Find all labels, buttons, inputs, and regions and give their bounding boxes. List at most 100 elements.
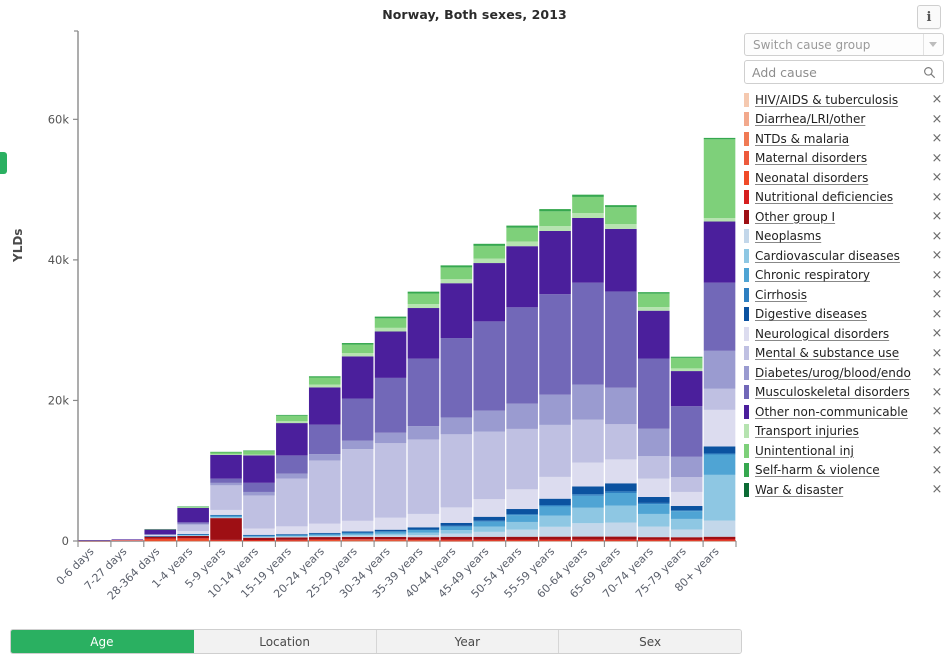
- bar-segment[interactable]: [308, 539, 341, 541]
- bar-segment[interactable]: [374, 536, 407, 540]
- bar-segment[interactable]: [407, 304, 440, 309]
- bar-segment[interactable]: [407, 439, 440, 514]
- bar-segment[interactable]: [703, 454, 736, 475]
- legend-item-label[interactable]: Neurological disorders: [755, 327, 930, 341]
- bar-segment[interactable]: [506, 403, 538, 429]
- bar-segment[interactable]: [111, 539, 144, 540]
- bar-segment[interactable]: [308, 376, 341, 378]
- remove-cause-icon[interactable]: ×: [930, 113, 944, 126]
- bar-segment[interactable]: [407, 513, 440, 528]
- bar-segment[interactable]: [144, 535, 177, 537]
- bar-segment[interactable]: [276, 526, 308, 535]
- bar-segment[interactable]: [703, 350, 736, 389]
- bar-segment[interactable]: [605, 522, 637, 537]
- bar-segment[interactable]: [341, 535, 374, 537]
- bar-segment[interactable]: [473, 539, 506, 541]
- bar-segment[interactable]: [177, 538, 209, 539]
- legend-item-label[interactable]: Other group I: [755, 210, 930, 224]
- bar-segment[interactable]: [276, 421, 308, 424]
- bar-segment[interactable]: [539, 226, 571, 231]
- bar-segment[interactable]: [605, 459, 637, 484]
- bar-segment[interactable]: [144, 528, 177, 530]
- legend-item-label[interactable]: Neonatal disorders: [755, 171, 930, 185]
- bar-segment[interactable]: [703, 446, 736, 454]
- bar-segment[interactable]: [407, 291, 440, 294]
- bar-segment[interactable]: [605, 424, 637, 460]
- bar-segment[interactable]: [407, 529, 440, 531]
- bar-segment[interactable]: [407, 540, 440, 541]
- bar-segment[interactable]: [210, 485, 242, 510]
- bar-segment[interactable]: [276, 537, 308, 540]
- bar-segment[interactable]: [703, 409, 736, 447]
- remove-cause-icon[interactable]: ×: [930, 425, 944, 438]
- bar-segment[interactable]: [308, 536, 341, 538]
- bar-segment[interactable]: [308, 384, 341, 388]
- bar-segment[interactable]: [637, 513, 670, 527]
- bar-segment[interactable]: [243, 450, 275, 452]
- legend-item-label[interactable]: Self-harm & violence: [755, 463, 930, 477]
- legend-item[interactable]: Transport injuries ×: [744, 422, 944, 442]
- bar-segment[interactable]: [341, 344, 374, 353]
- bar-segment[interactable]: [341, 353, 374, 357]
- bar-segment[interactable]: [308, 387, 341, 425]
- bar-segment[interactable]: [276, 478, 308, 527]
- bar-segment[interactable]: [637, 539, 670, 541]
- bar-segment[interactable]: [539, 424, 571, 477]
- bar-segment[interactable]: [605, 291, 637, 388]
- bar-segment[interactable]: [670, 371, 703, 407]
- bar-segment[interactable]: [605, 224, 637, 229]
- bar-segment[interactable]: [341, 398, 374, 441]
- bar-segment[interactable]: [341, 356, 374, 399]
- bar-segment[interactable]: [637, 504, 670, 514]
- legend-item-label[interactable]: Other non-communicable: [755, 405, 930, 419]
- legend-item[interactable]: Diabetes/urog/blood/endo ×: [744, 363, 944, 383]
- add-cause-input[interactable]: [752, 64, 923, 80]
- bar-segment[interactable]: [539, 211, 571, 227]
- bar-segment[interactable]: [473, 516, 506, 521]
- bar-segment[interactable]: [506, 539, 538, 541]
- bar-segment[interactable]: [506, 241, 538, 247]
- bar-segment[interactable]: [276, 415, 308, 422]
- bar-segment[interactable]: [572, 462, 604, 487]
- legend-item-label[interactable]: Cirrhosis: [755, 288, 930, 302]
- bar-segment[interactable]: [407, 308, 440, 359]
- bar-segment[interactable]: [539, 536, 571, 540]
- bar-segment[interactable]: [506, 227, 538, 242]
- switch-cause-group-select[interactable]: Switch cause group: [744, 33, 944, 56]
- chevron-down-icon[interactable]: [923, 34, 941, 55]
- bar-segment[interactable]: [243, 482, 275, 492]
- bar-segment[interactable]: [78, 540, 111, 541]
- bar-segment[interactable]: [177, 506, 209, 508]
- bar-segment[interactable]: [407, 535, 440, 538]
- tab-year[interactable]: Year: [376, 630, 560, 653]
- bar-segment[interactable]: [539, 294, 571, 395]
- bar-segment[interactable]: [670, 406, 703, 457]
- legend-item[interactable]: Musculoskeletal disorders ×: [744, 383, 944, 403]
- bar-segment[interactable]: [703, 540, 736, 542]
- bar-segment[interactable]: [670, 456, 703, 478]
- bar-segment[interactable]: [341, 520, 374, 532]
- legend-item[interactable]: Digestive diseases ×: [744, 305, 944, 325]
- remove-cause-icon[interactable]: ×: [930, 366, 944, 379]
- bar-segment[interactable]: [506, 246, 538, 308]
- bar-segment[interactable]: [210, 518, 242, 540]
- bar-segment[interactable]: [243, 537, 275, 541]
- bar-segment[interactable]: [473, 263, 506, 322]
- remove-cause-icon[interactable]: ×: [930, 132, 944, 145]
- legend-item[interactable]: Diarrhea/LRI/other ×: [744, 110, 944, 130]
- bar-segment[interactable]: [539, 230, 571, 295]
- bar-segment[interactable]: [276, 423, 308, 456]
- bar-segment[interactable]: [703, 282, 736, 351]
- bar-segment[interactable]: [572, 536, 604, 540]
- bar-segment[interactable]: [605, 228, 637, 292]
- bar-segment[interactable]: [440, 533, 473, 537]
- remove-cause-icon[interactable]: ×: [930, 93, 944, 106]
- bar-segment[interactable]: [637, 358, 670, 429]
- bar-segment[interactable]: [374, 331, 407, 378]
- legend-item-label[interactable]: Diabetes/urog/blood/endo: [755, 366, 930, 380]
- bar-segment[interactable]: [572, 540, 604, 542]
- bar-segment[interactable]: [637, 502, 670, 505]
- remove-cause-icon[interactable]: ×: [930, 405, 944, 418]
- bar-segment[interactable]: [210, 482, 242, 486]
- bar-segment[interactable]: [407, 527, 440, 530]
